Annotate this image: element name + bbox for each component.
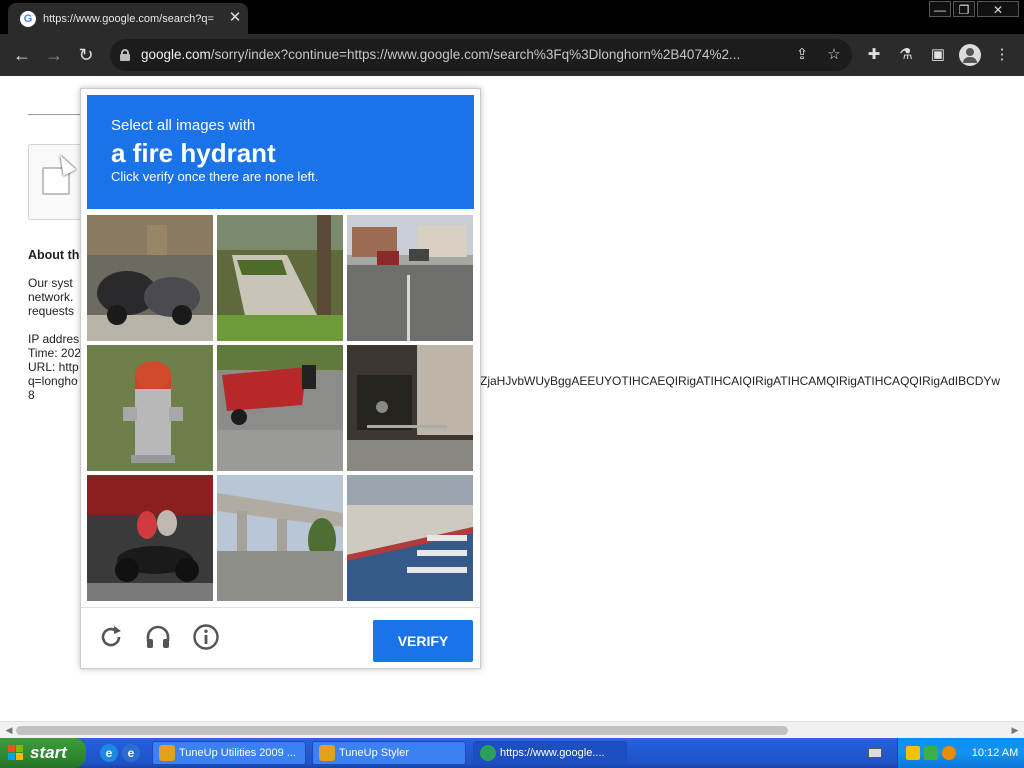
close-window-button[interactable]: ✕ — [977, 1, 1019, 17]
tuneup-icon — [159, 745, 175, 761]
labs-flask-icon[interactable]: ⚗ — [896, 45, 916, 65]
menu-kebab-icon[interactable]: ⋮ — [992, 45, 1012, 65]
share-icon[interactable]: ⇪ — [792, 45, 812, 65]
explorer-quicklaunch-icon[interactable]: e — [122, 744, 140, 762]
url-query: q=longho — [28, 374, 78, 388]
google-favicon-icon: G — [20, 11, 36, 27]
windows-flag-icon — [8, 745, 24, 761]
browser-tabstrip: G https://www.google.com/search?q= ✕ — ❐… — [0, 0, 1024, 34]
challenge-tile-1[interactable] — [87, 215, 213, 341]
tab-close-icon[interactable]: ✕ — [226, 9, 244, 27]
challenge-tile-8[interactable] — [217, 475, 343, 601]
forward-button[interactable]: → — [41, 42, 67, 68]
taskbar-item-chrome[interactable]: https://www.google.... — [473, 741, 627, 765]
body-line-1: Our syst — [28, 276, 73, 290]
challenge-target: a fire hydrant — [111, 138, 276, 168]
challenge-tile-9[interactable] — [347, 475, 473, 601]
taskbar-item-tuneup-utilities[interactable]: TuneUp Utilities 2009 ... — [152, 741, 306, 765]
side-panel-icon[interactable]: ▣ — [928, 45, 948, 65]
challenge-instructions: Click verify once there are none left. — [111, 169, 319, 184]
restore-button[interactable]: ❐ — [953, 1, 975, 17]
challenge-tile-2[interactable] — [217, 215, 343, 341]
body-line-3: requests — [28, 304, 75, 318]
reload-button[interactable]: ↻ — [73, 42, 99, 68]
screen: G https://www.google.com/search?q= ✕ — ❐… — [0, 0, 1024, 768]
url-tail-text: ZjaHJvbWUyBggAEEUYOTIHCAEQIRigATIHCAIQIR… — [480, 374, 1001, 388]
scroll-left-icon[interactable]: ◀ — [3, 724, 15, 736]
challenge-tile-5[interactable] — [217, 345, 343, 471]
body-line-2: network. — [28, 290, 74, 304]
start-label: start — [30, 743, 67, 762]
challenge-tile-3[interactable] — [347, 215, 473, 341]
challenge-header: Select all images with a fire hydrant Cl… — [87, 95, 474, 209]
start-button[interactable]: start — [0, 738, 86, 768]
url-host: google.com — [141, 47, 211, 62]
scrollbar-thumb[interactable] — [16, 726, 788, 735]
minimize-button[interactable]: — — [929, 1, 951, 17]
divider — [28, 114, 88, 115]
profile-avatar-icon[interactable] — [959, 44, 981, 66]
verify-button[interactable]: VERIFY — [373, 620, 473, 662]
challenge-tile-4[interactable] — [87, 345, 213, 471]
challenge-prompt-line1: Select all images with — [111, 117, 256, 134]
headphones-icon[interactable] — [143, 622, 173, 652]
browser-tab[interactable]: G https://www.google.com/search?q= ✕ — [8, 3, 248, 34]
tab-title: https://www.google.com/search?q= — [43, 13, 214, 25]
taskbar-item-label: TuneUp Styler — [339, 747, 409, 759]
extensions-icon[interactable]: ✚ — [864, 45, 884, 65]
url-trailing: 8 — [28, 388, 35, 402]
ip-address-label: IP addres — [28, 332, 80, 346]
chrome-icon — [480, 745, 496, 761]
taskbar-item-label: https://www.google.... — [500, 747, 605, 759]
recaptcha-challenge: Select all images with a fire hydrant Cl… — [80, 88, 481, 669]
challenge-tile-6[interactable] — [347, 345, 473, 471]
bookmark-star-icon[interactable]: ☆ — [824, 45, 844, 65]
browser-toolbar: ← → ↻ google.com/sorry/index?continue=ht… — [0, 34, 1024, 76]
reload-icon[interactable] — [96, 622, 126, 652]
time-label: Time: 202 — [28, 346, 81, 360]
challenge-footer: VERIFY — [81, 607, 480, 668]
back-button[interactable]: ← — [9, 42, 35, 68]
internet-explorer-icon[interactable]: e — [100, 744, 118, 762]
lock-icon[interactable] — [120, 49, 130, 61]
about-heading: About th — [28, 248, 80, 262]
taskbar: start e e TuneUp Utilities 2009 ... Tune… — [0, 738, 1024, 768]
url-label: URL: http — [28, 360, 79, 374]
search-tray-icon[interactable] — [942, 746, 956, 760]
system-tray: 10:12 AM — [897, 738, 1024, 768]
url-path: /sorry/index?continue=https://www.google… — [210, 47, 741, 62]
horizontal-scrollbar[interactable]: ◀ ▶ — [0, 721, 1024, 738]
address-bar[interactable]: google.com/sorry/index?continue=https://… — [110, 39, 852, 71]
address-url[interactable]: google.com/sorry/index?continue=https://… — [141, 47, 789, 63]
info-icon[interactable] — [191, 622, 221, 652]
scroll-right-icon[interactable]: ▶ — [1009, 724, 1021, 736]
challenge-tile-7[interactable] — [87, 475, 213, 601]
taskbar-item-tuneup-styler[interactable]: TuneUp Styler — [312, 741, 466, 765]
network-icon[interactable] — [924, 746, 938, 760]
taskbar-item-label: TuneUp Utilities 2009 ... — [179, 747, 296, 759]
tuneup-styler-icon — [319, 745, 335, 761]
clock: 10:12 AM — [971, 747, 1019, 759]
security-shield-icon[interactable] — [906, 746, 920, 760]
keyboard-icon[interactable] — [868, 748, 882, 758]
